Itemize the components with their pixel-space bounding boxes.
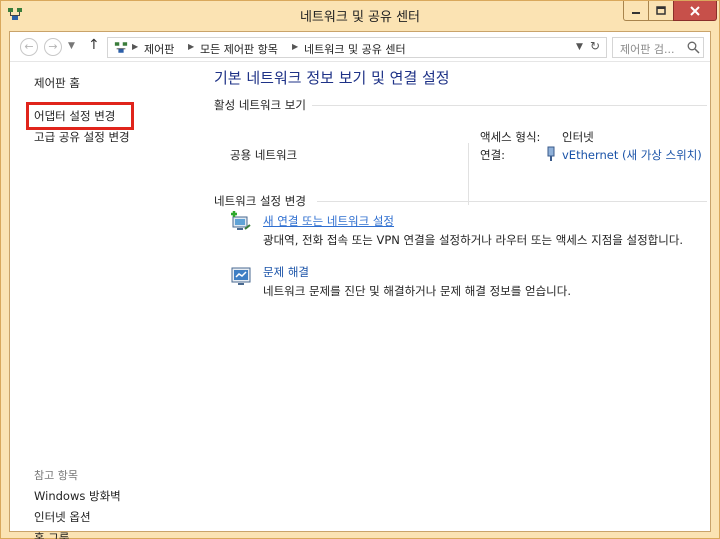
new-connection-link[interactable]: 새 연결 또는 네트워크 설정: [263, 213, 394, 229]
advanced-sharing-settings-link[interactable]: 고급 공유 설정 변경: [34, 129, 130, 145]
back-button[interactable]: ←: [20, 38, 38, 56]
change-settings-heading: 네트워크 설정 변경: [214, 194, 306, 208]
usb-adapter-icon: [547, 146, 555, 161]
breadcrumb-separator[interactable]: ▶: [292, 42, 298, 51]
recent-locations-button[interactable]: ▼: [68, 41, 75, 51]
navigation-bar: ← → ▼ ↑ ▶ 제어판 ▶ 모든 제어판 항목 ▶ 네트워크 및 공유 센터…: [10, 32, 710, 62]
access-type-value: 인터넷: [562, 130, 594, 144]
divider: [317, 201, 707, 202]
search-placeholder: 제어판 검...: [620, 43, 675, 56]
divider: [468, 143, 469, 205]
forward-button[interactable]: →: [44, 38, 62, 56]
window: 네트워크 및 공유 센터 ← → ▼ ↑ ▶ 제어판 ▶ 모든 제어판 항목 ▶…: [0, 0, 720, 539]
connection-link[interactable]: vEthernet (새 가상 스위치): [562, 147, 702, 163]
network-name: 공용 네트워크: [230, 148, 298, 162]
windows-firewall-link[interactable]: Windows 방화벽: [34, 488, 121, 504]
maximize-icon: [656, 5, 666, 15]
active-networks-heading: 활성 네트워크 보기: [214, 98, 306, 112]
address-bar[interactable]: ▶ 제어판 ▶ 모든 제어판 항목 ▶ 네트워크 및 공유 센터 ▼: [107, 37, 607, 58]
window-title: 네트워크 및 공유 센터: [299, 10, 421, 25]
breadcrumb-separator[interactable]: ▶: [188, 42, 194, 51]
breadcrumb-all-items[interactable]: 모든 제어판 항목: [200, 41, 278, 57]
search-input[interactable]: 제어판 검...: [612, 37, 704, 58]
breadcrumb-control-panel[interactable]: 제어판: [144, 41, 174, 57]
connection-label: 연결:: [480, 148, 506, 162]
title-bar[interactable]: 네트워크 및 공유 센터: [1, 1, 719, 31]
troubleshoot-link[interactable]: 문제 해결: [263, 264, 309, 280]
search-icon[interactable]: [687, 41, 700, 54]
troubleshoot-description: 네트워크 문제를 진단 및 해결하거나 문제 해결 정보를 얻습니다.: [263, 284, 571, 298]
close-icon: [690, 5, 700, 16]
access-type-label: 액세스 형식:: [480, 130, 541, 144]
control-panel-home-link[interactable]: 제어판 홈: [34, 75, 80, 91]
divider: [312, 105, 707, 106]
client-area: ← → ▼ ↑ ▶ 제어판 ▶ 모든 제어판 항목 ▶ 네트워크 및 공유 센터…: [9, 31, 711, 539]
new-connection-icon: [231, 211, 251, 230]
see-also-heading: 참고 항목: [34, 469, 78, 482]
breadcrumb-separator[interactable]: ▶: [132, 42, 138, 51]
troubleshoot-icon: [231, 267, 251, 285]
homegroup-link[interactable]: 홈 그룹: [34, 530, 69, 539]
close-button[interactable]: [673, 1, 717, 21]
breadcrumb-network-center[interactable]: 네트워크 및 공유 센터: [304, 41, 406, 57]
page-title: 기본 네트워크 정보 보기 및 연결 설정: [214, 69, 450, 87]
change-adapter-settings-link[interactable]: 어댑터 설정 변경: [34, 108, 115, 124]
internet-options-link[interactable]: 인터넷 옵션: [34, 509, 91, 525]
minimize-icon: [632, 11, 640, 14]
chevron-down-icon[interactable]: ▼: [576, 42, 583, 52]
refresh-icon[interactable]: ↻: [590, 39, 600, 53]
main-pane: 기본 네트워크 정보 보기 및 연결 설정 활성 네트워크 보기 공용 네트워크…: [200, 63, 710, 531]
network-icon: [114, 42, 128, 53]
minimize-button[interactable]: [623, 1, 649, 21]
maximize-button[interactable]: [648, 1, 674, 21]
left-pane: 제어판 홈 어댑터 설정 변경 고급 공유 설정 변경 참고 항목 Window…: [10, 63, 200, 539]
new-connection-description: 광대역, 전화 접속 또는 VPN 연결을 설정하거나 라우터 또는 액세스 지…: [263, 233, 684, 247]
up-button[interactable]: ↑: [88, 37, 100, 53]
